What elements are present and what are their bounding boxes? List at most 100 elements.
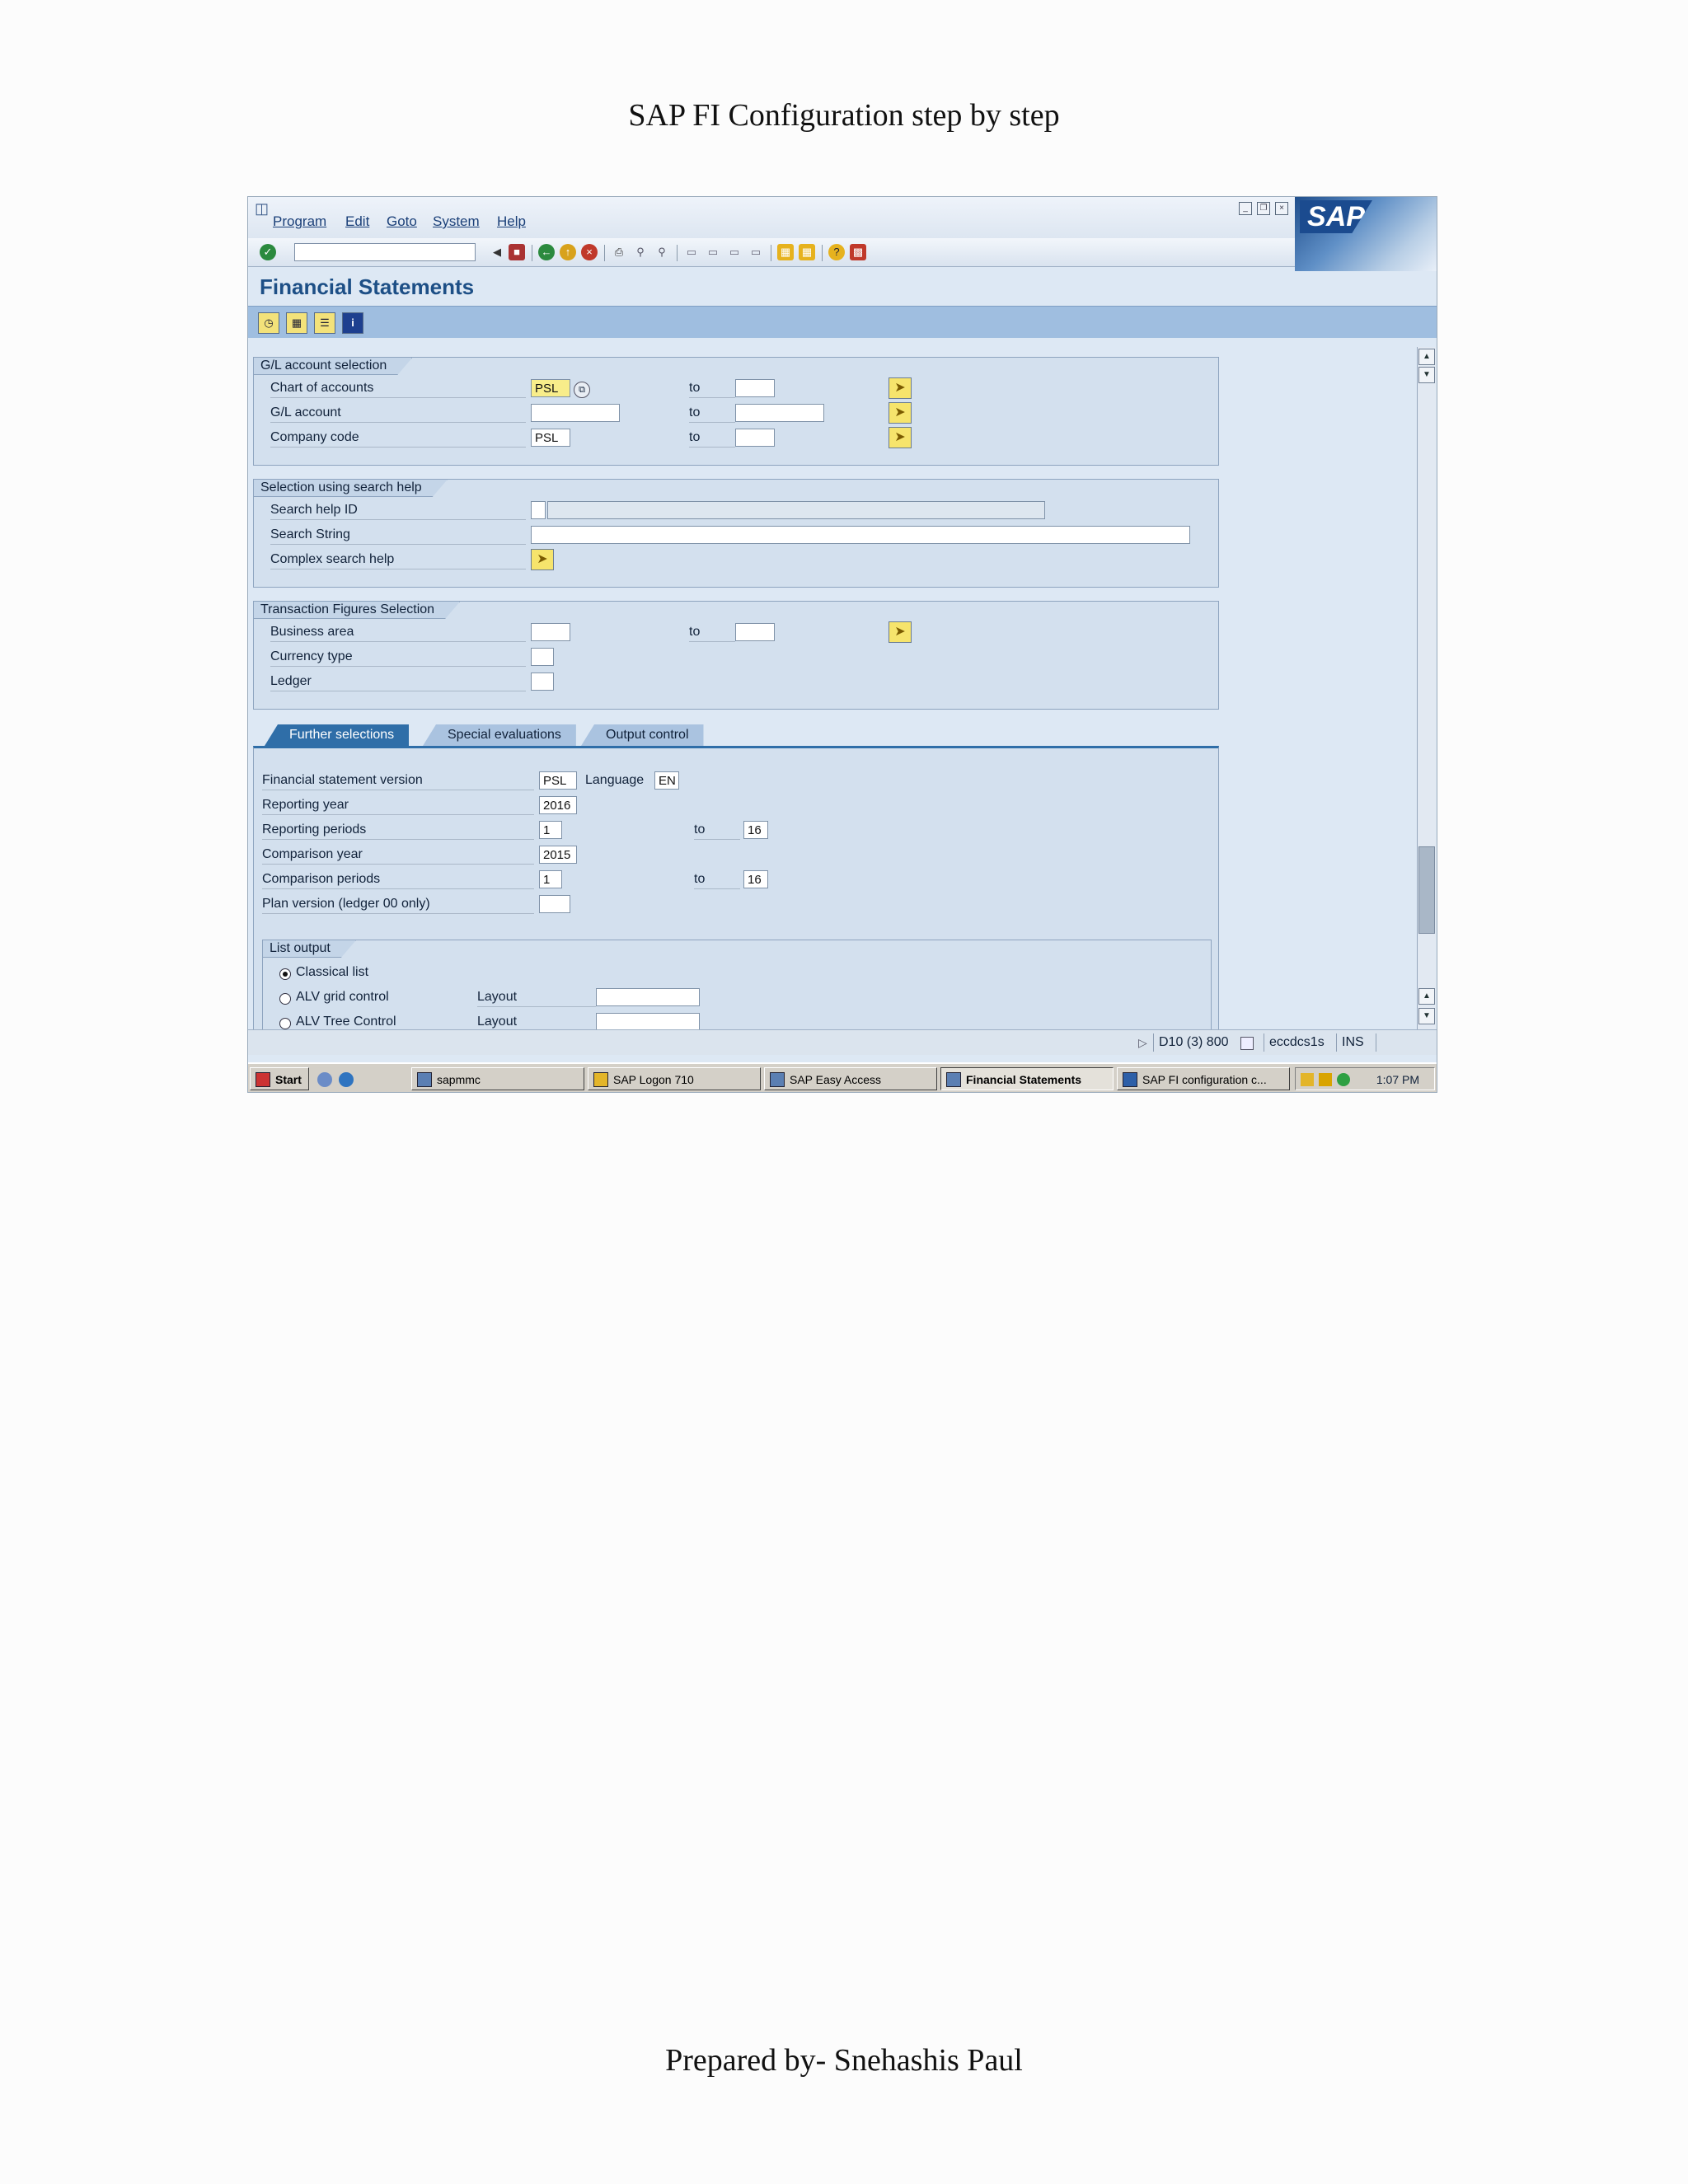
- comparison-year-input[interactable]: 2015: [539, 846, 577, 864]
- taskbar-sap-easy-access[interactable]: SAP Easy Access: [764, 1067, 937, 1090]
- company-code-label: Company code: [270, 429, 526, 448]
- layout-input[interactable]: [596, 988, 700, 1006]
- search-string-input[interactable]: [531, 526, 1190, 544]
- complex-search-help-button[interactable]: ➤: [531, 549, 554, 570]
- back-small-icon[interactable]: ◀: [489, 244, 505, 260]
- taskbar-sapmmc[interactable]: sapmmc: [411, 1067, 584, 1090]
- comparison-periods-to-input[interactable]: 16: [743, 870, 768, 888]
- menu-system[interactable]: System: [433, 213, 480, 230]
- tab-further-selections[interactable]: Further selections: [265, 724, 410, 746]
- chart-of-accounts-more-button[interactable]: ➤: [889, 377, 912, 399]
- scroll-down-icon[interactable]: ▲: [1418, 988, 1435, 1005]
- print-icon[interactable]: ⎙: [611, 244, 627, 260]
- alv-grid-radio[interactable]: [279, 993, 291, 1005]
- language-input[interactable]: EN: [654, 771, 679, 790]
- business-area-more-button[interactable]: ➤: [889, 621, 912, 643]
- plan-version-input[interactable]: [539, 895, 570, 913]
- chart-of-accounts-input[interactable]: PSL: [531, 379, 570, 397]
- menu-program[interactable]: Program: [273, 213, 326, 230]
- get-variant-icon[interactable]: ▦: [286, 312, 307, 334]
- scroll-thumb[interactable]: [1418, 846, 1435, 934]
- business-area-to-input[interactable]: [735, 623, 775, 641]
- system-tray: 1:07 PM: [1295, 1067, 1435, 1090]
- taskbar-sap-logon[interactable]: SAP Logon 710: [588, 1067, 761, 1090]
- gl-account-input[interactable]: [531, 404, 620, 422]
- next-page-icon[interactable]: ▭: [726, 244, 743, 260]
- comparison-periods-from-input[interactable]: 1: [539, 870, 562, 888]
- status-expand-icon[interactable]: ▷: [1138, 1033, 1147, 1052]
- insert-mode: INS: [1336, 1033, 1369, 1052]
- currency-type-input[interactable]: [531, 648, 554, 666]
- taskbar-word-document[interactable]: SAP FI configuration c...: [1117, 1067, 1290, 1090]
- tray-sap-icon[interactable]: [1301, 1073, 1314, 1086]
- enter-icon[interactable]: ✓: [260, 244, 276, 260]
- command-field[interactable]: [294, 243, 476, 261]
- create-session-icon[interactable]: ▦: [777, 244, 794, 260]
- restore-icon[interactable]: ❐: [1257, 202, 1270, 215]
- start-button[interactable]: Start: [250, 1067, 309, 1090]
- gl-account-to-input[interactable]: [735, 404, 824, 422]
- taskbar-financial-statements[interactable]: Financial Statements: [940, 1067, 1114, 1090]
- reporting-year-input[interactable]: 2016: [539, 796, 577, 814]
- save-icon[interactable]: ■: [509, 244, 525, 260]
- scroll-up-icon[interactable]: ▼: [1418, 367, 1435, 383]
- close-icon[interactable]: ×: [1275, 202, 1288, 215]
- tray-status-icon[interactable]: [1337, 1073, 1350, 1086]
- scroll-first-icon[interactable]: ▲: [1418, 349, 1435, 365]
- find-icon[interactable]: ⚲: [632, 244, 649, 260]
- tree-layout-input[interactable]: [596, 1013, 700, 1031]
- reporting-periods-to-input[interactable]: 16: [743, 821, 768, 839]
- company-code-more-button[interactable]: ➤: [889, 427, 912, 448]
- find-next-icon[interactable]: ⚲: [654, 244, 670, 260]
- back-icon[interactable]: ←: [538, 244, 555, 260]
- help-icon[interactable]: ?: [828, 244, 845, 260]
- tab-output-control[interactable]: Output control: [581, 724, 704, 746]
- first-page-icon[interactable]: ▭: [683, 244, 700, 260]
- tab-special-evaluations[interactable]: Special evaluations: [423, 724, 576, 746]
- system-menu-icon[interactable]: ◫: [255, 200, 269, 218]
- classical-list-radio[interactable]: [279, 968, 291, 980]
- scroll-last-icon[interactable]: ▼: [1418, 1008, 1435, 1024]
- search-string-label: Search String: [270, 526, 526, 545]
- tray-warning-icon[interactable]: [1319, 1073, 1332, 1086]
- company-code-to-input[interactable]: [735, 429, 775, 447]
- exit-icon[interactable]: ↑: [560, 244, 576, 260]
- company-code-input[interactable]: PSL: [531, 429, 570, 447]
- chart-of-accounts-to-input[interactable]: [735, 379, 775, 397]
- list-output-group: List output Classical list ALV grid cont…: [262, 940, 1212, 1040]
- menu-edit[interactable]: Edit: [345, 213, 369, 230]
- selection-options-icon[interactable]: ☰: [314, 312, 335, 334]
- reporting-periods-from-input[interactable]: 1: [539, 821, 562, 839]
- shortcut-icon[interactable]: ▦: [799, 244, 815, 260]
- business-area-input[interactable]: [531, 623, 570, 641]
- to-label: to: [689, 379, 735, 398]
- previous-page-icon[interactable]: ▭: [705, 244, 721, 260]
- gl-account-more-button[interactable]: ➤: [889, 402, 912, 424]
- info-icon[interactable]: i: [342, 312, 363, 334]
- quicklaunch-desktop-icon[interactable]: [317, 1072, 332, 1087]
- execute-icon[interactable]: ◷: [258, 312, 279, 334]
- quicklaunch-browser-icon[interactable]: [339, 1072, 354, 1087]
- reporting-year-label: Reporting year: [262, 796, 534, 815]
- last-page-icon[interactable]: ▭: [748, 244, 764, 260]
- vertical-scrollbar[interactable]: ▲ ▼ ▲ ▼: [1417, 347, 1436, 1031]
- alv-tree-label: ALV Tree Control: [296, 1015, 396, 1029]
- application-toolbar: ◷ ▦ ☰ i: [248, 306, 1437, 338]
- fs-version-label: Financial statement version: [262, 771, 534, 790]
- multiple-selection-icon[interactable]: ⧉: [574, 382, 590, 398]
- language-label: Language: [585, 773, 645, 787]
- alv-tree-radio[interactable]: [279, 1018, 291, 1029]
- ledger-input[interactable]: [531, 673, 554, 691]
- menu-help[interactable]: Help: [497, 213, 526, 230]
- group-title: List output: [263, 940, 356, 958]
- group-title: G/L account selection: [254, 358, 412, 375]
- menu-goto[interactable]: Goto: [387, 213, 417, 230]
- system-info[interactable]: D10 (3) 800: [1153, 1033, 1234, 1052]
- cancel-icon[interactable]: ×: [581, 244, 598, 260]
- search-help-id-input[interactable]: [531, 501, 546, 519]
- minimize-icon[interactable]: _: [1239, 202, 1252, 215]
- to-label: to: [689, 404, 735, 423]
- layout-menu-icon[interactable]: ▩: [850, 244, 866, 260]
- fs-version-input[interactable]: PSL: [539, 771, 577, 790]
- gl-account-label: G/L account: [270, 404, 526, 423]
